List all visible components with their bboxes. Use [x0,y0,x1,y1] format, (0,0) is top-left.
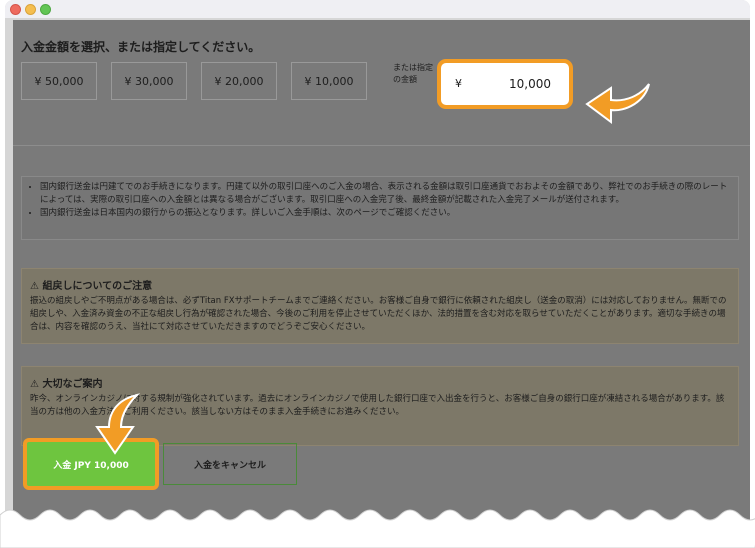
maximize-window-button[interactable] [40,4,51,15]
custom-amount-value[interactable]: 10,000 [509,77,551,91]
section-divider [13,145,750,146]
warning-icon: ⚠ [30,379,43,390]
notice-item: 国内銀行送金は日本国内の銀行からの振込となります。詳しいご入金手順は、次のページ… [40,207,730,220]
warning-box-chargeback: ⚠ 組戻しについてのご注意 振込の組戻しやご不明点がある場合は、必ずTitan … [21,268,739,344]
warning-title: ⚠ 組戻しについてのご注意 [30,281,153,292]
pointer-arrow-icon [95,393,141,455]
custom-amount-label: または指定の金額 [393,63,433,84]
warning-title: ⚠ 大切なご案内 [30,379,103,390]
notice-item: 国内銀行送金は円建てでのお手続きになります。円建て以外の取引口座へのご入金の場合… [40,181,730,207]
page-heading: 入金金額を選択、または指定してください。 [21,40,261,54]
amount-option-20000[interactable]: ¥ 20,000 [201,62,277,100]
minimize-window-button[interactable] [25,4,36,15]
torn-edge-decoration [0,509,755,548]
amount-option-30000[interactable]: ¥ 30,000 [111,62,187,100]
cancel-deposit-button[interactable]: 入金をキャンセル [163,443,297,485]
title-bar [5,0,750,18]
warning-icon: ⚠ [30,281,43,292]
app-window: 入金金額を選択、または指定してください。 ¥ 50,000 ¥ 30,000 ¥… [5,0,750,548]
close-window-button[interactable] [10,4,21,15]
amount-option-50000[interactable]: ¥ 50,000 [21,62,97,100]
custom-amount-input[interactable]: ¥ 10,000 [437,59,573,109]
amount-option-10000[interactable]: ¥ 10,000 [291,62,367,100]
currency-symbol: ¥ [455,77,462,90]
deposit-form: 入金金額を選択、または指定してください。 ¥ 50,000 ¥ 30,000 ¥… [13,20,750,548]
pointer-arrow-icon [585,83,650,124]
info-notice: 国内銀行送金は円建てでのお手続きになります。円建て以外の取引口座へのご入金の場合… [21,176,739,240]
warning-body: 振込の組戻しやご不明点がある場合は、必ずTitan FXサポートチームまでご連絡… [30,296,727,332]
